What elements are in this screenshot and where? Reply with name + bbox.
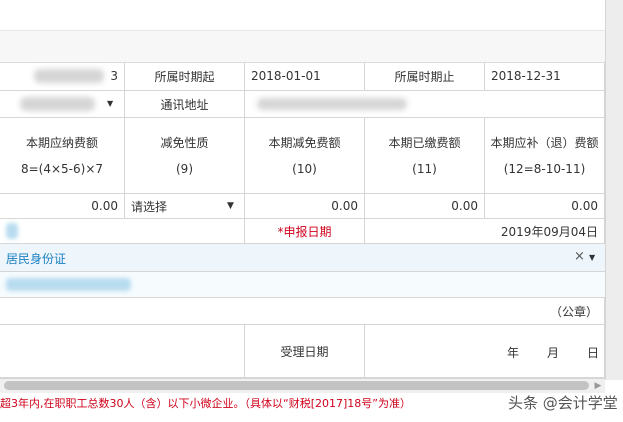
- watermark-text: 头条 @会计学堂: [508, 394, 618, 412]
- masked-select[interactable]: ▼: [0, 91, 125, 118]
- header-formula: (12=8-10-11): [503, 161, 586, 176]
- masked-value-cell: 3: [0, 62, 125, 91]
- period-end-label: 所属时期止: [365, 62, 485, 91]
- id-type-select[interactable]: 居民身份证 × ▼: [0, 244, 605, 272]
- declaration-date-field[interactable]: 2019年09月04日: [365, 219, 605, 244]
- header-title: 本期已缴费额: [388, 135, 461, 150]
- horizontal-scrollbar[interactable]: ▶: [0, 378, 605, 393]
- header-title: 本期减免费额: [268, 135, 341, 150]
- acceptance-blank-cell: [0, 325, 245, 378]
- id-type-selected: 居民身份证: [6, 252, 67, 266]
- masked-address: [257, 98, 407, 110]
- masked-text: [6, 223, 18, 239]
- header-title: 减免性质: [160, 135, 209, 150]
- dropdown-caret-icon[interactable]: ▼: [589, 253, 595, 262]
- dropdown-caret-icon: ▼: [227, 201, 234, 211]
- header-relief-type: 减免性质 (9): [125, 118, 245, 194]
- payable-amount-value: 0.00: [571, 199, 598, 213]
- top-blank-bar: [0, 0, 623, 31]
- period-start-value: 2018-01-01: [251, 69, 321, 83]
- header-title: 本期应补（退）费额: [490, 135, 599, 150]
- header-formula: 8=(4×5-6)×7: [20, 161, 104, 176]
- masked-value-tail: 3: [110, 69, 118, 83]
- period-end-label-text: 所属时期止: [394, 69, 455, 84]
- header-paid-amount: 本期已缴费额 (11): [365, 118, 485, 194]
- policy-notice-text: 超3年内,在职职工总数30人（含）以下小微企业。（具体以“财税[2017]18号…: [0, 397, 411, 410]
- declaration-date-label-text: *申报日期: [277, 224, 332, 239]
- relief-type-select[interactable]: 请选择 ▼: [125, 194, 245, 219]
- due-amount-value: 0.00: [91, 199, 118, 213]
- header-formula: (10): [292, 161, 317, 176]
- declaration-date-label: *申报日期: [245, 219, 365, 244]
- paid-amount-field[interactable]: 0.00: [365, 194, 485, 219]
- address-field[interactable]: [245, 91, 605, 118]
- header-due-amount: 本期应纳费额 8=(4×5-6)×7: [0, 118, 125, 194]
- header-payable-amount: 本期应补（退）费额 (12=8-10-11): [485, 118, 605, 194]
- masked-select-text: [20, 97, 95, 111]
- acceptance-date-label: 受理日期: [245, 325, 365, 378]
- payable-amount-field[interactable]: 0.00: [485, 194, 605, 219]
- period-start-label-text: 所属时期起: [154, 69, 215, 84]
- relief-amount-field[interactable]: 0.00: [245, 194, 365, 219]
- relief-amount-value: 0.00: [331, 199, 358, 213]
- acceptance-date-field: 年 月 日: [365, 325, 605, 378]
- seal-row: （公章）: [0, 298, 605, 325]
- period-end-value: 2018-12-31: [491, 69, 561, 83]
- period-start-field[interactable]: 2018-01-01: [245, 62, 365, 91]
- dropdown-caret-icon: ▼: [107, 99, 114, 108]
- declaration-date-value: 2019年09月04日: [500, 224, 598, 239]
- period-end-field[interactable]: 2018-12-31: [485, 62, 605, 91]
- relief-type-selected: 请选择: [131, 199, 168, 214]
- address-label-text: 通讯地址: [160, 97, 209, 112]
- header-title: 本期应纳费额: [25, 135, 98, 150]
- id-number-field[interactable]: [0, 272, 605, 298]
- acceptance-date-label-text: 受理日期: [280, 344, 329, 359]
- clear-icon[interactable]: ×: [574, 249, 585, 264]
- header-relief-amount: 本期减免费额 (10): [245, 118, 365, 194]
- paid-amount-value: 0.00: [451, 199, 478, 213]
- vertical-scrollbar[interactable]: [605, 0, 623, 380]
- acceptance-day-unit: 日: [587, 346, 600, 360]
- watermark: 头条 @会计学堂: [508, 392, 618, 414]
- address-label: 通讯地址: [125, 91, 245, 118]
- acceptance-month-unit: 月: [547, 346, 560, 360]
- seal-label: （公章）: [549, 304, 598, 319]
- header-formula: (11): [412, 161, 437, 176]
- scroll-right-arrow-icon[interactable]: ▶: [593, 380, 603, 392]
- period-start-label: 所属时期起: [125, 62, 245, 91]
- due-amount-field[interactable]: 0.00: [0, 194, 125, 219]
- horizontal-scrollbar-thumb[interactable]: [4, 381, 589, 390]
- masked-id-number: [6, 278, 131, 291]
- masked-field[interactable]: [0, 219, 245, 244]
- header-formula: (9): [176, 161, 193, 176]
- acceptance-year-unit: 年: [507, 346, 520, 360]
- toolbar-strip: [0, 31, 623, 63]
- masked-text: [34, 69, 105, 83]
